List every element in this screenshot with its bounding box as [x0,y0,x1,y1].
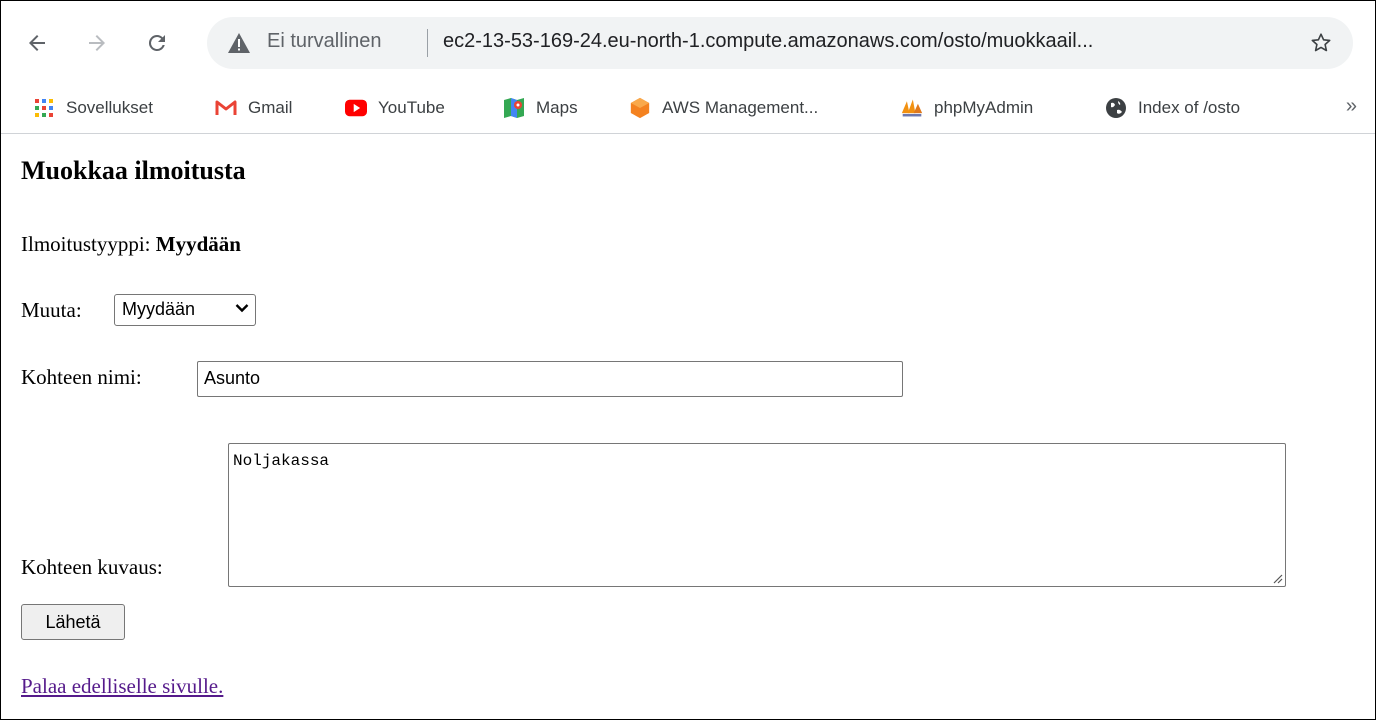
aws-icon [629,97,651,119]
forward-button[interactable] [77,23,117,63]
bookmark-label: phpMyAdmin [934,98,1034,117]
page-title: Muokkaa ilmoitusta [21,156,246,185]
back-button[interactable] [17,23,57,63]
name-input[interactable]: Asunto [197,361,903,397]
back-link[interactable]: Palaa edelliselle sivulle. [21,674,223,699]
type-label: Ilmoitustyyppi: [21,232,151,256]
arrow-left-icon [29,35,45,51]
url-text[interactable]: ec2-13-53-169-24.eu-north-1.compute.amaz… [443,30,1093,53]
bookmark-label: AWS Management... [662,98,819,117]
bookmark-youtube[interactable]: YouTube [345,93,445,123]
type-select[interactable]: Myydään [114,294,256,326]
maps-icon [503,97,525,119]
address-bar[interactable]: Ei turvallinen ec2-13-53-169-24.eu-north… [207,17,1353,69]
type-value: Myydään [155,232,241,256]
bookmark-label: YouTube [378,98,445,117]
browser-toolbar: Ei turvallinen ec2-13-53-169-24.eu-north… [1,1,1375,83]
change-label: Muuta: [21,298,82,322]
reload-icon [148,34,165,51]
change-row: Muuta: Myydään [21,294,256,326]
description-text: Noljakassa [233,452,330,470]
bookmark-index-osto[interactable]: Index of /osto [1105,93,1240,123]
bookmark-label: Maps [536,98,578,117]
description-textarea[interactable]: Noljakassa [228,443,1286,587]
phpmyadmin-icon [901,97,923,119]
bookmark-label: Index of /osto [1138,98,1241,117]
arrow-right-icon [89,35,105,51]
globe-icon [1105,97,1127,119]
bookmark-gmail[interactable]: Gmail [215,93,292,123]
security-label[interactable]: Ei turvallinen [267,30,382,53]
name-label: Kohteen nimi: [21,365,142,389]
chevron-down-icon [235,304,249,313]
bookmark-apps[interactable]: Sovellukset [33,93,153,123]
gmail-icon [215,97,237,119]
bookmark-maps[interactable]: Maps [503,93,578,123]
description-row: Kohteen kuvaus: Noljakassa [21,443,1286,587]
apps-grid-icon [33,97,55,119]
bookmarks-bar: Sovellukset Gmail YouTube Maps AWS Manag… [1,83,1375,134]
more-bookmarks-button[interactable]: » [1346,95,1357,118]
resize-grip-icon[interactable] [1271,572,1283,584]
name-row: Kohteen nimi: Asunto [21,361,903,397]
star-icon[interactable] [1309,31,1333,55]
warning-icon [228,33,250,53]
browser-window: Ei turvallinen ec2-13-53-169-24.eu-north… [0,0,1376,720]
bookmark-aws[interactable]: AWS Management... [629,93,818,123]
reload-button[interactable] [137,23,177,63]
youtube-icon [345,97,367,119]
bookmark-label: Gmail [248,98,293,117]
type-row: Ilmoitustyyppi: Myydään [21,232,241,257]
description-label: Kohteen kuvaus: [21,555,163,579]
address-divider [427,29,428,57]
type-select-value: Myydään [122,299,196,319]
bookmark-label: Sovellukset [66,98,153,117]
submit-button[interactable]: Lähetä [21,604,125,640]
bookmark-phpmyadmin[interactable]: phpMyAdmin [901,93,1033,123]
